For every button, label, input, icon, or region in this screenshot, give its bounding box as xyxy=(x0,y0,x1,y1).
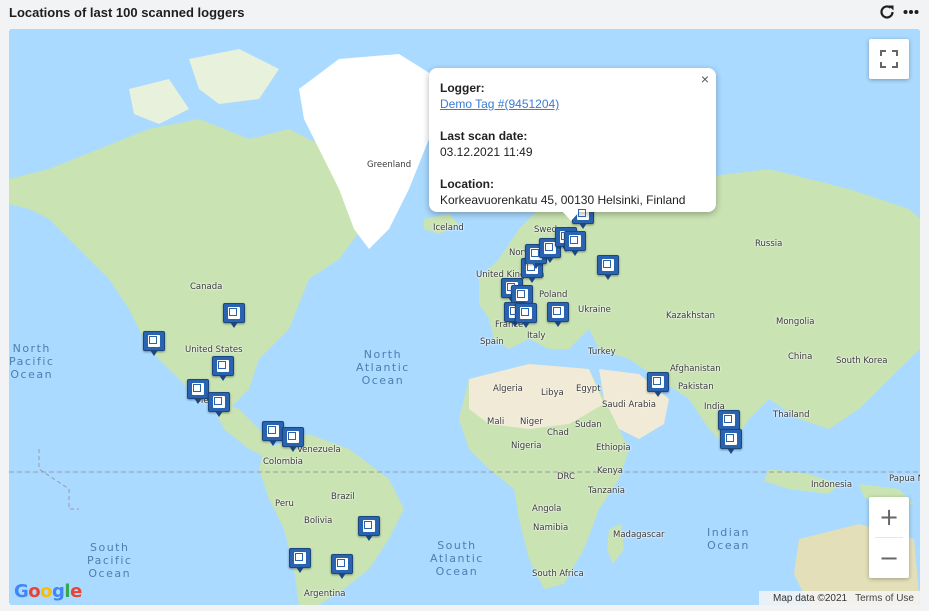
close-popup-button[interactable]: × xyxy=(698,72,712,86)
logger-marker-bangalore[interactable] xyxy=(720,429,742,455)
logger-info-popup: × Logger: Demo Tag #(9451204) Last scan … xyxy=(429,68,716,221)
label-kenya: Kenya xyxy=(597,466,624,476)
more-options-button[interactable] xyxy=(901,2,921,22)
label-peru: Peru xyxy=(275,499,294,509)
label-mongolia: Mongolia xyxy=(776,317,815,327)
label-pakistan: Pakistan xyxy=(678,382,714,392)
logger-marker-berlin[interactable] xyxy=(515,303,537,329)
refresh-icon xyxy=(880,5,894,19)
label-madagascar: Madagascar xyxy=(613,530,665,540)
location-label: Location: xyxy=(440,177,494,191)
terms-of-use-link[interactable]: Terms of Use xyxy=(855,593,914,604)
zoom-out-button[interactable]: − xyxy=(869,538,909,578)
map-attribution: Map data ©2021 Terms of Use xyxy=(759,591,920,605)
world-map[interactable]: Greenland Iceland Canada United States M… xyxy=(9,29,920,605)
label-canada: Canada xyxy=(190,282,223,292)
logger-marker-toronto[interactable] xyxy=(223,303,245,329)
label-russia: Russia xyxy=(755,239,783,249)
label-south-korea: South Korea xyxy=(836,356,888,366)
label-ethiopia: Ethiopia xyxy=(596,443,631,453)
label-kazakhstan: Kazakhstan xyxy=(666,311,715,321)
label-south-africa: South Africa xyxy=(532,569,584,579)
widget-title: Locations of last 100 scanned loggers xyxy=(9,5,245,20)
label-afghanistan: Afghanistan xyxy=(670,364,721,374)
label-ukraine: Ukraine xyxy=(578,305,611,315)
logger-marker-los-angeles[interactable] xyxy=(187,379,209,405)
label-thailand: Thailand xyxy=(773,410,810,420)
label-sudan: Sudan xyxy=(575,420,602,430)
label-argentina: Argentina xyxy=(304,589,346,599)
label-tanzania: Tanzania xyxy=(588,486,626,496)
logger-marker-moscow[interactable] xyxy=(597,255,619,281)
fullscreen-icon xyxy=(880,50,898,68)
label-drc: DRC xyxy=(557,472,575,482)
label-iceland: Iceland xyxy=(433,223,464,233)
label-colombia: Colombia xyxy=(263,457,303,467)
logger-marker-warsaw[interactable] xyxy=(547,302,569,328)
label-indian-ocean: Indian Ocean xyxy=(707,526,750,552)
label-turkey: Turkey xyxy=(588,347,616,357)
logger-marker-buenos-aires[interactable] xyxy=(331,554,353,580)
logger-marker-caracas[interactable] xyxy=(282,427,304,453)
label-south-atlantic: South Atlantic Ocean xyxy=(430,539,484,578)
logger-marker-san-francisco[interactable] xyxy=(212,356,234,382)
logger-marker-panama[interactable] xyxy=(262,421,284,447)
label-nigeria: Nigeria xyxy=(511,441,542,451)
last-scan-value: 03.12.2021 11:49 xyxy=(440,145,533,159)
label-egypt: Egypt xyxy=(576,384,601,394)
logger-marker-vancouver[interactable] xyxy=(143,331,165,357)
label-north-atlantic: North Atlantic Ocean xyxy=(356,348,410,387)
label-angola: Angola xyxy=(532,504,562,514)
label-poland: Poland xyxy=(539,290,568,300)
zoom-in-button[interactable]: + xyxy=(869,497,909,537)
zoom-control: + − xyxy=(869,497,909,578)
map-widget: Locations of last 100 scanned loggers Gr… xyxy=(0,0,929,611)
location-value: Korkeavuorenkatu 45, 00130 Helsinki, Fin… xyxy=(440,193,686,207)
label-brazil: Brazil xyxy=(331,492,355,502)
label-mali: Mali xyxy=(487,417,505,427)
label-saudi-arabia: Saudi Arabia xyxy=(602,400,656,410)
logger-link[interactable]: Demo Tag #(9451204) xyxy=(440,97,559,111)
logger-marker-dubai[interactable] xyxy=(647,372,669,398)
label-libya: Libya xyxy=(541,388,564,398)
logger-marker-sao-paulo[interactable] xyxy=(358,516,380,542)
label-italy: Italy xyxy=(527,331,546,341)
label-greenland: Greenland xyxy=(367,160,412,170)
logger-label: Logger: xyxy=(440,81,485,95)
label-chad: Chad xyxy=(547,428,569,438)
label-south-pacific: South Pacific Ocean xyxy=(87,541,133,580)
logger-marker-mexico-city[interactable] xyxy=(208,392,230,418)
label-indonesia: Indonesia xyxy=(811,480,853,490)
label-united-states: United States xyxy=(185,345,243,355)
logger-marker-lima[interactable] xyxy=(289,548,311,574)
label-papua-new-guinea: Papua New Guinea xyxy=(889,474,920,484)
google-logo[interactable]: Google xyxy=(14,581,82,602)
label-north-pacific: North Pacific Ocean xyxy=(9,342,55,381)
label-namibia: Namibia xyxy=(533,523,569,533)
map-data-text: Map data ©2021 xyxy=(773,592,848,604)
label-bolivia: Bolivia xyxy=(304,516,333,526)
label-china: China xyxy=(788,352,813,362)
label-spain: Spain xyxy=(480,337,504,347)
last-scan-label: Last scan date: xyxy=(440,129,528,143)
fullscreen-button[interactable] xyxy=(869,39,909,79)
widget-header: Locations of last 100 scanned loggers xyxy=(0,0,929,26)
label-algeria: Algeria xyxy=(493,384,523,394)
label-niger: Niger xyxy=(520,417,543,427)
refresh-button[interactable] xyxy=(877,2,897,22)
more-horizontal-icon xyxy=(903,10,919,14)
